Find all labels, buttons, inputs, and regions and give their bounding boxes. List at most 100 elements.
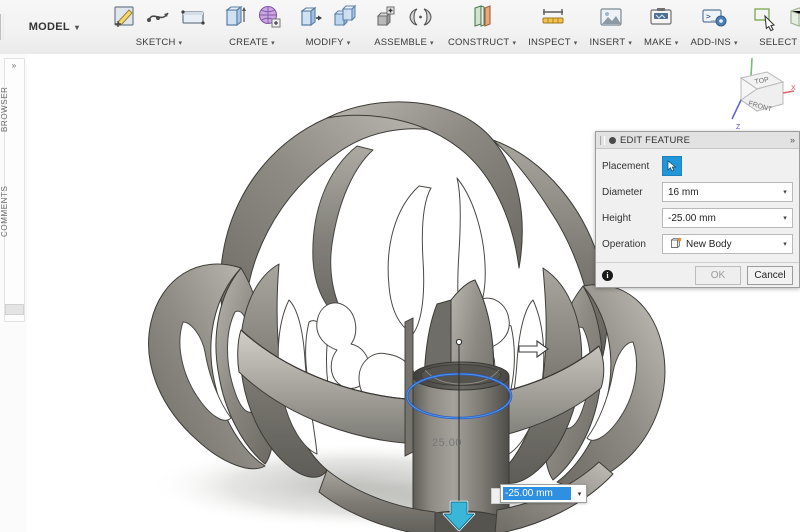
height-value: -25.00 mm [663, 213, 778, 224]
scripts-addins-icon[interactable]: >_ [699, 2, 729, 32]
chevron-down-icon: ▾ [734, 39, 738, 47]
chevron-down-icon[interactable]: ▾ [778, 183, 792, 201]
viewcube-x-label: X [791, 85, 796, 92]
insert-image-icon[interactable] [596, 2, 626, 32]
select-box-icon[interactable] [784, 2, 800, 32]
group-label-text: INSPECT [528, 37, 571, 48]
toolbar-group-label[interactable]: INSERT ▾ [589, 36, 632, 48]
toolbar-group-create: CREATE ▾ [214, 0, 290, 54]
sketch-spline-icon[interactable] [144, 2, 174, 32]
group-label-text: MAKE [644, 37, 672, 48]
svg-text:>_: >_ [706, 12, 716, 21]
toolbar-group-select: SELECT ▾ [744, 0, 800, 54]
placement-label: Placement [602, 161, 662, 172]
create-form-mesh-icon[interactable] [254, 2, 284, 32]
chevron-down-icon: ▾ [75, 23, 79, 32]
height-label: Height [602, 213, 662, 224]
measure-icon[interactable] [538, 2, 568, 32]
toolbar-group-label[interactable]: CONSTRUCT ▾ [448, 36, 516, 48]
chevron-down-icon: ▾ [628, 39, 632, 47]
group-label-text: MODIFY [306, 37, 344, 48]
create-sketch-icon[interactable] [110, 2, 140, 32]
dimension-label: 25.00 [432, 437, 462, 449]
left-rail: » BROWSER COMMENTS [0, 54, 28, 532]
ok-button[interactable]: OK [695, 266, 741, 285]
sketch-rectangle-icon[interactable] [178, 2, 208, 32]
height-field[interactable]: -25.00 mm ▾ [662, 208, 793, 228]
group-label-text: SKETCH [136, 37, 176, 48]
workspace-selector[interactable]: MODEL ▾ [4, 0, 104, 54]
sidebar-item-browser[interactable]: BROWSER [0, 74, 19, 144]
toolbar-group-label[interactable]: SELECT ▾ [759, 36, 800, 48]
group-label-text: CREATE [229, 37, 268, 48]
row-diameter: Diameter 16 mm ▾ [602, 182, 793, 202]
combine-icon[interactable] [330, 2, 360, 32]
extrude-icon[interactable] [220, 2, 250, 32]
dialog-title: EDIT FEATURE [620, 135, 786, 146]
rail-footer-handle[interactable] [5, 304, 24, 315]
info-icon[interactable]: i [602, 270, 613, 281]
group-label-text: ADD-INS [691, 37, 731, 48]
toolbar-group-label[interactable]: MODIFY ▾ [306, 36, 351, 48]
joint-icon[interactable] [406, 2, 436, 32]
diameter-value: 16 mm [663, 187, 778, 198]
row-operation: Operation New Body ▾ [602, 234, 793, 254]
select-cursor-icon [667, 160, 678, 172]
toolbar-group-make: MAKE ▾ [638, 0, 684, 54]
toolbar-group-label[interactable]: CREATE ▾ [229, 36, 275, 48]
press-pull-icon[interactable] [296, 2, 326, 32]
dimension-input-value[interactable]: -25.00 mm [503, 487, 571, 500]
sidebar-item-comments[interactable]: COMMENTS [0, 172, 19, 250]
toolbar-group-inspect: INSPECT ▾ [522, 0, 583, 54]
chevron-down-icon: ▾ [675, 39, 679, 47]
chevron-down-icon: ▾ [512, 39, 516, 47]
workspace-label: MODEL [29, 21, 70, 33]
new-body-icon [667, 237, 681, 251]
toolbar-group-label[interactable]: MAKE ▾ [644, 36, 678, 48]
collapse-icon[interactable]: » [790, 135, 795, 145]
placement-select-button[interactable] [662, 156, 682, 176]
toolbar-group-label[interactable]: ADD-INS ▾ [691, 36, 738, 48]
feature-icon [609, 137, 616, 144]
group-label-text: INSERT [589, 37, 625, 48]
dialog-body: Placement Diameter 16 mm ▾ Height -25.00… [596, 149, 799, 262]
select-cursor-icon[interactable] [750, 2, 780, 32]
chevron-down-icon: ▾ [574, 39, 578, 47]
3d-print-icon[interactable] [646, 2, 676, 32]
chevron-down-icon: ▾ [179, 39, 183, 47]
toolbar-group-label[interactable]: INSPECT ▾ [528, 36, 577, 48]
cancel-button[interactable]: Cancel [747, 266, 793, 285]
row-placement: Placement [602, 156, 793, 176]
model-render [27, 54, 800, 532]
view-cube[interactable]: TOP FRONT X Z [715, 55, 800, 133]
fusion360-window: MODEL ▾ SKETCH ▾ [0, 0, 800, 532]
3d-viewport[interactable]: 25.00 TOP FRONT X Z [27, 54, 800, 532]
diameter-field[interactable]: 16 mm ▾ [662, 182, 793, 202]
chevron-down-icon: ▾ [271, 39, 275, 47]
chevron-down-icon: ▾ [430, 39, 434, 47]
diameter-label: Diameter [602, 187, 662, 198]
operation-label: Operation [602, 239, 662, 250]
viewcube-z-label: Z [736, 124, 741, 131]
toolbar-group-assemble: ASSEMBLE ▾ [366, 0, 442, 54]
toolbar-group-modify: MODIFY ▾ [290, 0, 366, 54]
toolbar-group-label[interactable]: SKETCH ▾ [136, 36, 182, 48]
offset-plane-icon[interactable] [467, 2, 497, 32]
group-label-text: ASSEMBLE [374, 37, 427, 48]
dialog-title-bar[interactable]: EDIT FEATURE » [596, 132, 799, 149]
chevron-down-icon[interactable]: ▾ [573, 490, 586, 498]
chevron-down-icon[interactable]: ▾ [778, 235, 792, 253]
toolbar-group-label[interactable]: ASSEMBLE ▾ [374, 36, 434, 48]
operation-value: New Body [681, 239, 778, 250]
group-label-text: SELECT [759, 37, 797, 48]
new-component-icon[interactable] [372, 2, 402, 32]
rail-expand-icon[interactable]: » [4, 58, 23, 72]
floating-dimension-input[interactable]: -25.00 mm ▾ [500, 484, 587, 503]
operation-dropdown[interactable]: New Body ▾ [662, 234, 793, 254]
edit-feature-dialog[interactable]: EDIT FEATURE » Placement Diameter 16 mm … [595, 131, 800, 288]
chevron-down-icon[interactable]: ▾ [778, 209, 792, 227]
row-height: Height -25.00 mm ▾ [602, 208, 793, 228]
toolbar-group-addins: >_ ADD-INS ▾ [685, 0, 744, 54]
dialog-footer: i OK Cancel [596, 262, 799, 287]
dialog-grip[interactable] [600, 136, 605, 145]
